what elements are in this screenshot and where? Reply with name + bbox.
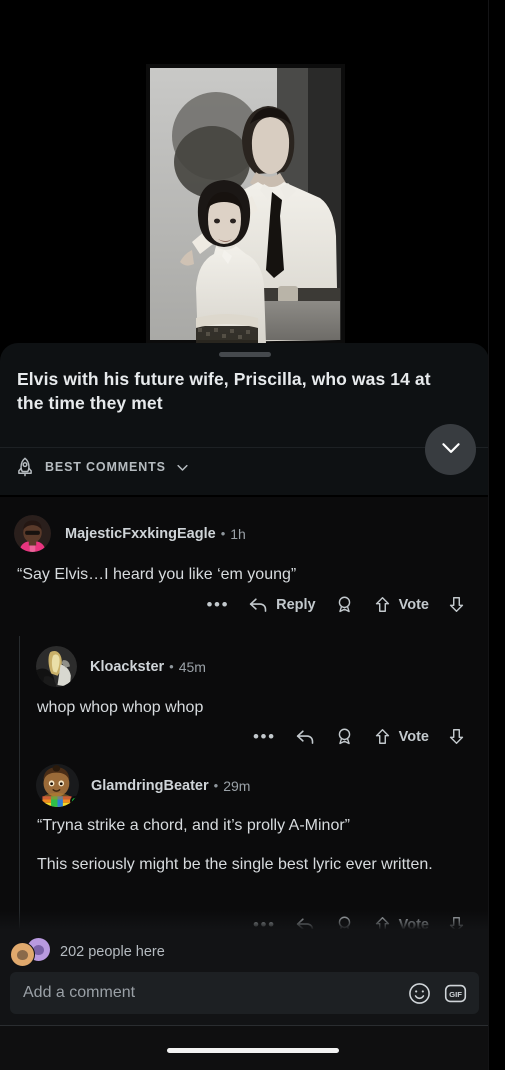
presence-indicator[interactable]: 202 people here bbox=[10, 937, 165, 967]
presence-avatars bbox=[10, 937, 54, 967]
vote-label: Vote bbox=[398, 596, 429, 613]
screen-edge-divider bbox=[488, 0, 489, 1070]
downvote-arrow-icon bbox=[447, 727, 466, 746]
post-photo bbox=[146, 64, 345, 344]
upvote-arrow-icon bbox=[373, 595, 392, 614]
avatar[interactable] bbox=[36, 646, 77, 687]
comment-composer[interactable]: GIF bbox=[10, 972, 479, 1014]
home-indicator[interactable] bbox=[166, 1048, 339, 1053]
online-status-dot bbox=[70, 796, 79, 806]
add-comment-input[interactable] bbox=[10, 984, 407, 1002]
chevron-down-icon bbox=[438, 434, 464, 465]
photo-illustration bbox=[146, 64, 345, 344]
upvote-button[interactable]: Vote bbox=[364, 595, 438, 614]
avatar-illustration bbox=[14, 515, 51, 552]
comment-timestamp: 29m bbox=[223, 777, 251, 794]
comment-body: “Tryna strike a chord, and it’s prolly A… bbox=[37, 814, 472, 876]
award-ribbon-icon bbox=[334, 726, 355, 747]
reply-arrow-icon bbox=[248, 594, 269, 615]
post-title: Elvis with his future wife, Priscilla, w… bbox=[17, 369, 431, 413]
emoji-picker-button[interactable] bbox=[407, 981, 432, 1006]
comment-username[interactable]: GlamdringBeater bbox=[91, 778, 209, 794]
upvote-button[interactable]: Vote bbox=[364, 727, 438, 746]
comment-body: whop whop whop whop bbox=[37, 696, 467, 719]
separator: • bbox=[213, 778, 219, 793]
avatar bbox=[10, 942, 35, 967]
post-image[interactable] bbox=[146, 64, 345, 344]
upvote-arrow-icon bbox=[373, 727, 392, 746]
comment-header: Kloackster • 45m bbox=[36, 646, 206, 687]
screen-right-margin bbox=[489, 0, 505, 1070]
comment-actions: ••• bbox=[195, 726, 475, 747]
reply-arrow-icon bbox=[295, 726, 316, 747]
comment-item[interactable]: GlamdringBeater • 29m “Tryna strike a ch… bbox=[0, 756, 489, 934]
comment-paragraph: “Tryna strike a chord, and it’s prolly A… bbox=[37, 817, 350, 834]
award-ribbon-icon bbox=[334, 594, 355, 615]
drag-handle[interactable] bbox=[218, 352, 271, 357]
comment-paragraph: This seriously might be the single best … bbox=[37, 856, 433, 873]
overflow-menu-button[interactable]: ••• bbox=[196, 596, 239, 613]
sort-label: BEST COMMENTS bbox=[45, 460, 166, 474]
rocket-icon bbox=[14, 456, 36, 478]
reply-label: Reply bbox=[276, 596, 316, 613]
comment-timestamp: 1h bbox=[230, 525, 246, 542]
reply-button[interactable] bbox=[286, 726, 325, 747]
svg-text:GIF: GIF bbox=[449, 989, 462, 998]
comment-username[interactable]: MajesticFxxkingEagle bbox=[65, 526, 216, 542]
avatar[interactable] bbox=[36, 764, 79, 807]
sheet-divider bbox=[0, 447, 489, 448]
collapse-post-button[interactable] bbox=[425, 424, 476, 475]
post-detail-screen: Elvis with his future wife, Priscilla, w… bbox=[0, 0, 505, 1070]
downvote-arrow-icon bbox=[447, 595, 466, 614]
award-button[interactable] bbox=[325, 594, 364, 615]
comment-body: “Say Elvis…I heard you like ‘em young” bbox=[17, 563, 467, 586]
sort-comments-button[interactable]: BEST COMMENTS bbox=[14, 456, 190, 478]
downvote-button[interactable] bbox=[438, 595, 475, 614]
comment-header: GlamdringBeater • 29m bbox=[36, 764, 250, 807]
avatar[interactable] bbox=[14, 515, 51, 552]
award-button[interactable] bbox=[325, 726, 364, 747]
presence-count-label: 202 people here bbox=[60, 944, 165, 960]
chevron-down-icon bbox=[175, 460, 190, 475]
separator: • bbox=[220, 526, 226, 541]
gif-picker-button[interactable]: GIF bbox=[443, 981, 468, 1006]
scroll-fade bbox=[0, 911, 489, 929]
bottom-bar: 202 people here GIF bbox=[0, 911, 489, 1026]
comment-username[interactable]: Kloackster bbox=[90, 659, 164, 675]
comment-paragraph: whop whop whop whop bbox=[37, 699, 204, 716]
comment-actions: ••• Reply Vote bbox=[165, 594, 475, 615]
downvote-button[interactable] bbox=[438, 727, 475, 746]
comment-paragraph: “Say Elvis…I heard you like ‘em young” bbox=[17, 566, 297, 583]
avatar-illustration bbox=[36, 646, 77, 687]
overflow-menu-button[interactable]: ••• bbox=[243, 728, 286, 745]
comments-list[interactable]: MajesticFxxkingEagle • 1h “Say Elvis…I h… bbox=[0, 497, 489, 934]
reply-button[interactable]: Reply bbox=[239, 594, 325, 615]
post-sheet: Elvis with his future wife, Priscilla, w… bbox=[0, 343, 489, 495]
separator: • bbox=[169, 659, 174, 674]
comment-header: MajesticFxxkingEagle • 1h bbox=[14, 515, 246, 552]
comment-timestamp: 45m bbox=[178, 658, 206, 675]
comment-item[interactable]: Kloackster • 45m whop whop whop whop ••• bbox=[0, 636, 489, 759]
thread-line bbox=[19, 756, 20, 934]
thread-line bbox=[19, 636, 20, 759]
vote-label: Vote bbox=[398, 728, 429, 745]
